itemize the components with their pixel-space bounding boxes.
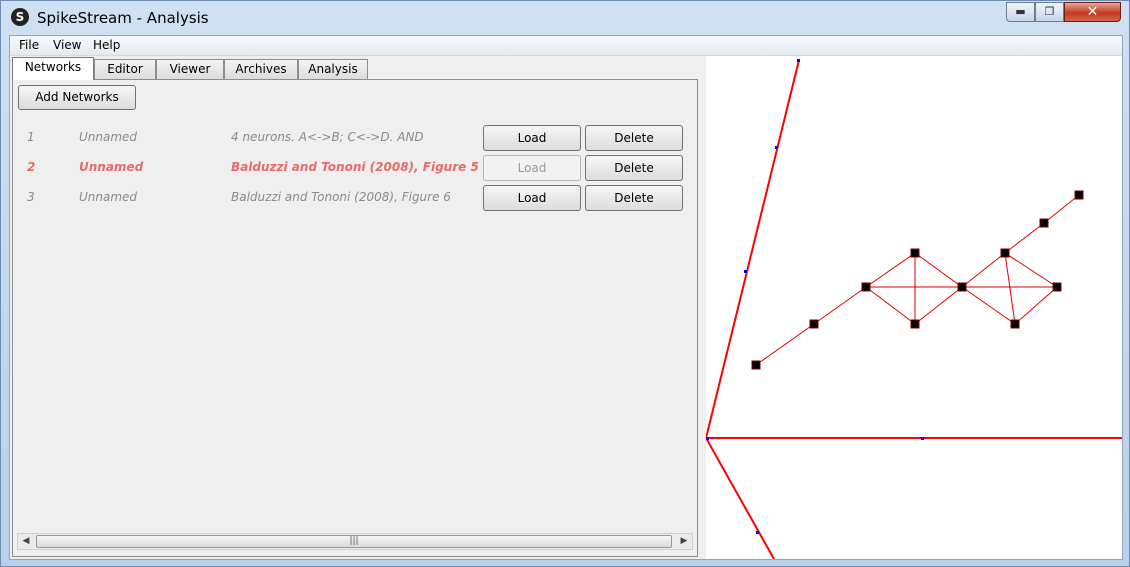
connection: [914, 252, 963, 288]
y-axis: [705, 59, 800, 439]
delete-button[interactable]: Delete: [585, 155, 683, 181]
connection: [914, 286, 963, 325]
maximize-button[interactable]: ❐: [1035, 2, 1064, 22]
menu-view[interactable]: View: [53, 38, 81, 52]
connection: [961, 252, 1006, 288]
connection: [1014, 286, 1058, 325]
network-row: 3 Unnamed Balduzzi and Tononi (2008), Fi…: [13, 183, 697, 213]
connection: [961, 286, 1016, 325]
axis-tick: [775, 146, 778, 149]
delete-button[interactable]: Delete: [585, 125, 683, 151]
axis-tick: [744, 270, 747, 273]
networks-panel: Add Networks 1 Unnamed 4 neurons. A<->B;…: [12, 79, 698, 557]
neuron[interactable]: [861, 282, 871, 292]
menu-help[interactable]: Help: [93, 38, 120, 52]
network-id: 1: [27, 130, 35, 144]
scroll-right-icon[interactable]: ▶: [676, 534, 692, 549]
network-canvas[interactable]: [705, 56, 1122, 560]
window-title: SpikeStream - Analysis: [37, 9, 209, 27]
connection: [1004, 222, 1045, 254]
axis-tick: [797, 59, 800, 62]
minimize-button[interactable]: ▬: [1006, 2, 1035, 22]
axis-ticks: [706, 59, 924, 534]
scroll-left-icon[interactable]: ◀: [18, 534, 34, 549]
network-description: 4 neurons. A<->B; C<->D. AND: [231, 130, 424, 144]
spikestream-logo-icon: S: [11, 8, 29, 26]
network-id: 3: [27, 190, 35, 204]
axis-tick: [921, 437, 924, 440]
tab-networks[interactable]: Networks: [12, 57, 94, 80]
client-area: File View Help Networks Editor Viewer Ar…: [9, 35, 1123, 560]
connection: [1004, 252, 1016, 325]
connection: [755, 323, 815, 366]
network-description: Balduzzi and Tononi (2008), Figure 5: [231, 160, 479, 174]
load-button[interactable]: Load: [483, 185, 581, 211]
neuron[interactable]: [809, 319, 819, 329]
neuron[interactable]: [751, 360, 761, 370]
connections: [755, 194, 1080, 366]
menu-file[interactable]: File: [19, 38, 39, 52]
network-description: Balduzzi and Tononi (2008), Figure 6: [231, 190, 451, 204]
network-name: Unnamed: [79, 160, 144, 174]
horizontal-scrollbar[interactable]: ◀ ||| ▶: [17, 533, 693, 550]
scroll-thumb[interactable]: |||: [36, 535, 672, 548]
z-axis: [705, 437, 775, 560]
neuron[interactable]: [1010, 319, 1020, 329]
network-viewer-3d[interactable]: [705, 56, 1122, 560]
connection: [1004, 252, 1058, 288]
tab-viewer[interactable]: Viewer: [156, 59, 224, 79]
neuron[interactable]: [910, 319, 920, 329]
neuron[interactable]: [957, 282, 967, 292]
tab-analysis[interactable]: Analysis: [298, 59, 368, 79]
axis-tick: [706, 437, 709, 440]
neuron[interactable]: [1074, 190, 1084, 200]
title-bar[interactable]: S SpikeStream - Analysis ▬ ❐ ✕: [1, 1, 1129, 35]
close-button[interactable]: ✕: [1064, 2, 1121, 22]
network-row-selected: 2 Unnamed Balduzzi and Tononi (2008), Fi…: [13, 153, 697, 183]
axis-lines: [705, 59, 1122, 560]
connection: [865, 252, 916, 288]
neuron[interactable]: [1052, 282, 1062, 292]
neurons: [751, 190, 1084, 370]
network-row: 1 Unnamed 4 neurons. A<->B; C<->D. AND L…: [13, 123, 697, 153]
load-button[interactable]: Load: [483, 125, 581, 151]
connection: [865, 286, 916, 325]
network-name: Unnamed: [79, 190, 138, 204]
neuron[interactable]: [910, 248, 920, 258]
main-window: S SpikeStream - Analysis ▬ ❐ ✕ File View…: [0, 0, 1130, 567]
network-id: 2: [27, 160, 36, 174]
load-button-disabled: Load: [483, 155, 581, 181]
connection: [813, 286, 867, 325]
add-networks-button[interactable]: Add Networks: [18, 85, 136, 110]
neuron[interactable]: [1000, 248, 1010, 258]
tab-editor[interactable]: Editor: [94, 59, 156, 79]
tab-bar: Networks Editor Viewer Archives Analysis: [10, 57, 710, 80]
tab-archives[interactable]: Archives: [224, 59, 298, 79]
network-name: Unnamed: [79, 130, 138, 144]
delete-button[interactable]: Delete: [585, 185, 683, 211]
menu-bar: File View Help: [10, 36, 1122, 56]
neuron[interactable]: [1039, 218, 1049, 228]
connection: [1043, 194, 1080, 224]
axis-tick: [756, 531, 759, 534]
